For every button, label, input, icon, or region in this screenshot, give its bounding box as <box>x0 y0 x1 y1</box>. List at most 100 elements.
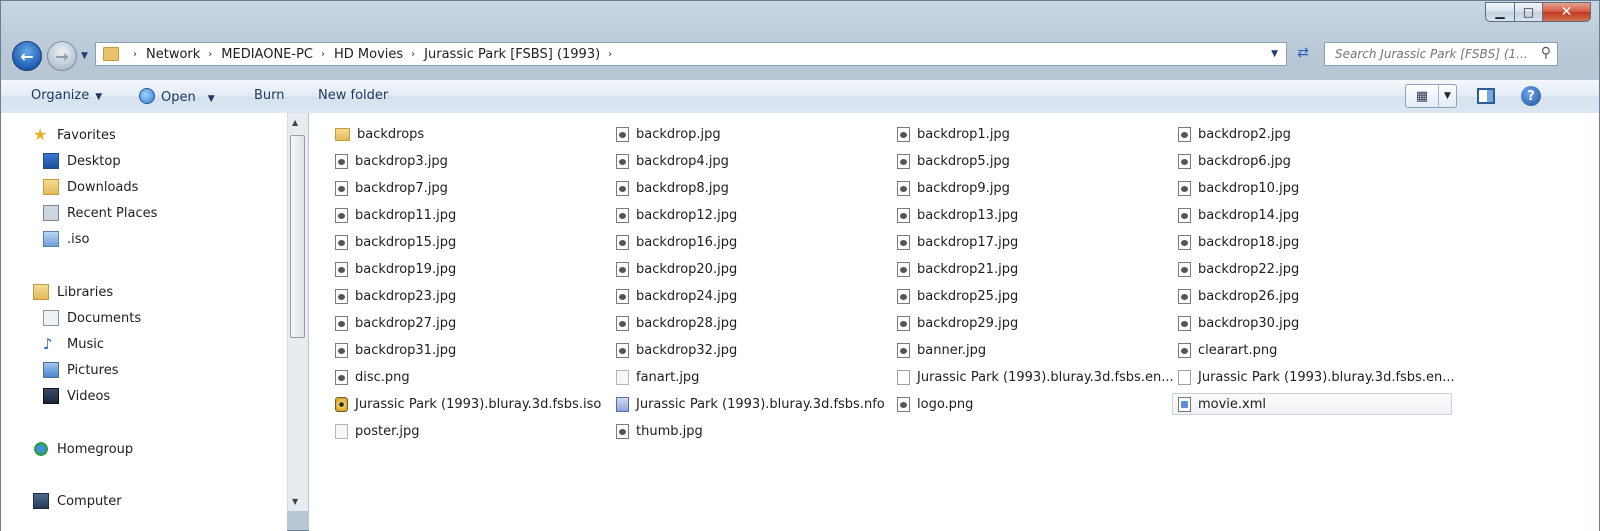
minimize-button[interactable]: ▁ <box>1485 2 1515 22</box>
nav-recent-places[interactable]: Recent Places <box>43 205 157 221</box>
file-item[interactable]: backdrop17.jpg <box>897 231 1018 253</box>
file-item[interactable]: banner.jpg <box>897 339 986 361</box>
file-name: backdrop27.jpg <box>355 315 457 331</box>
nav-computer[interactable]: Computer <box>33 493 122 509</box>
nav-label: .iso <box>67 231 90 247</box>
file-item[interactable]: backdrop20.jpg <box>616 258 737 280</box>
file-item[interactable]: backdrop24.jpg <box>616 285 737 307</box>
file-item[interactable]: backdrop19.jpg <box>335 258 456 280</box>
file-item[interactable]: backdrop2.jpg <box>1178 123 1291 145</box>
file-item[interactable]: backdrop12.jpg <box>616 204 737 226</box>
breadcrumb-mediaone-pc[interactable]: MEDIAONE-PC <box>221 47 313 62</box>
breadcrumb-separator[interactable]: › <box>608 49 612 60</box>
nav-videos[interactable]: Videos <box>43 388 110 404</box>
file-item[interactable]: backdrop30.jpg <box>1178 312 1299 334</box>
fanart-file-icon <box>616 369 629 385</box>
address-history-dropdown[interactable]: ▼ <box>1271 49 1278 59</box>
file-item[interactable]: backdrop4.jpg <box>616 150 729 172</box>
organize-button[interactable]: Organize ▼ <box>31 88 102 103</box>
file-item[interactable]: disc.png <box>335 366 410 388</box>
file-item[interactable]: clearart.png <box>1178 339 1277 361</box>
file-name: banner.jpg <box>917 342 987 358</box>
navigation-pane: ★ Favorites Desktop Downloads Recent Plac… <box>1 113 287 531</box>
file-item[interactable]: backdrop1.jpg <box>897 123 1010 145</box>
forward-button[interactable]: → <box>47 41 77 71</box>
file-item[interactable]: backdrop15.jpg <box>335 231 456 253</box>
nav-scrollbar[interactable]: ▲ ▼ <box>287 113 308 511</box>
file-item[interactable]: backdrops <box>335 123 424 145</box>
burn-button[interactable]: Burn <box>254 88 285 103</box>
help-icon[interactable]: ? <box>1521 86 1541 106</box>
file-item[interactable]: backdrop32.jpg <box>616 339 737 361</box>
nav-homegroup[interactable]: Homegroup <box>33 441 133 457</box>
file-item[interactable]: backdrop23.jpg <box>335 285 456 307</box>
file-item[interactable]: Jurassic Park (1993).bluray.3d.fsbs.en..… <box>1178 366 1455 388</box>
file-item[interactable]: backdrop3.jpg <box>335 150 448 172</box>
file-item[interactable]: backdrop8.jpg <box>616 177 729 199</box>
file-item[interactable]: backdrop.jpg <box>616 123 721 145</box>
search-input[interactable] <box>1333 46 1537 62</box>
preview-pane-icon[interactable] <box>1477 88 1495 104</box>
new-folder-button[interactable]: New folder <box>318 88 388 103</box>
refresh-icon[interactable]: ⇄ <box>1293 45 1313 63</box>
scroll-down-arrow-icon[interactable]: ▼ <box>292 497 298 506</box>
file-item[interactable]: backdrop27.jpg <box>335 312 456 334</box>
file-item[interactable]: Jurassic Park (1993).bluray.3d.fsbs.en..… <box>897 366 1174 388</box>
nav-music[interactable]: ♪ Music <box>43 336 104 352</box>
nav-documents[interactable]: Documents <box>43 310 141 326</box>
breadcrumb-network[interactable]: Network <box>146 47 200 62</box>
open-button[interactable]: Open ▼ <box>139 88 215 105</box>
breadcrumb-separator[interactable]: › <box>321 49 325 60</box>
file-item[interactable]: logo.png <box>897 393 973 415</box>
breadcrumb-current-folder[interactable]: Jurassic Park [FSBS] (1993) <box>424 47 600 62</box>
address-bar[interactable]: › Network › MEDIAONE-PC › HD Movies › Ju… <box>95 42 1287 66</box>
xml-file-icon <box>1178 396 1191 412</box>
nav-favorites[interactable]: ★ Favorites <box>33 127 116 143</box>
file-item[interactable]: movie.xml <box>1172 393 1452 415</box>
file-item[interactable]: backdrop22.jpg <box>1178 258 1299 280</box>
file-item[interactable]: fanart.jpg <box>616 366 699 388</box>
file-item[interactable]: backdrop16.jpg <box>616 231 737 253</box>
close-button[interactable]: ✕ <box>1543 2 1591 22</box>
file-item[interactable]: backdrop10.jpg <box>1178 177 1299 199</box>
nav-libraries[interactable]: Libraries <box>33 284 113 300</box>
jpg-file-icon <box>897 234 910 250</box>
file-item[interactable]: backdrop18.jpg <box>1178 231 1299 253</box>
file-item[interactable]: backdrop31.jpg <box>335 339 456 361</box>
breadcrumb-separator[interactable]: › <box>208 49 212 60</box>
file-item[interactable]: backdrop14.jpg <box>1178 204 1299 226</box>
file-item[interactable]: backdrop5.jpg <box>897 150 1010 172</box>
breadcrumb-hd-movies[interactable]: HD Movies <box>334 47 403 62</box>
search-box[interactable]: ⚲ <box>1324 42 1558 66</box>
back-button[interactable]: ← <box>12 41 42 71</box>
scroll-up-arrow-icon[interactable]: ▲ <box>292 118 298 127</box>
file-item[interactable]: backdrop28.jpg <box>616 312 737 334</box>
nav-pictures[interactable]: Pictures <box>43 362 118 378</box>
file-item[interactable]: Jurassic Park (1993).bluray.3d.fsbs.nfo <box>616 393 885 415</box>
file-item[interactable]: backdrop29.jpg <box>897 312 1018 334</box>
breadcrumb-separator[interactable]: › <box>411 49 415 60</box>
file-name: backdrop14.jpg <box>1198 207 1300 223</box>
nav-iso[interactable]: .iso <box>43 231 89 247</box>
file-item[interactable]: backdrop26.jpg <box>1178 285 1299 307</box>
scrollbar-thumb[interactable] <box>290 135 305 338</box>
file-name: backdrop32.jpg <box>636 342 738 358</box>
file-item[interactable]: thumb.jpg <box>616 420 703 442</box>
file-item[interactable]: backdrop25.jpg <box>897 285 1018 307</box>
change-view-button[interactable]: ▦ ▼ <box>1405 84 1457 108</box>
file-item[interactable]: poster.jpg <box>335 420 419 442</box>
breadcrumb-root-arrow[interactable]: › <box>133 49 137 60</box>
file-item[interactable]: backdrop13.jpg <box>897 204 1018 226</box>
chevron-down-icon[interactable]: ▼ <box>1439 85 1456 107</box>
file-item[interactable]: backdrop21.jpg <box>897 258 1018 280</box>
nav-downloads[interactable]: Downloads <box>43 179 138 195</box>
maximize-button[interactable]: □ <box>1515 2 1543 22</box>
search-icon[interactable]: ⚲ <box>1541 45 1551 61</box>
file-item[interactable]: backdrop9.jpg <box>897 177 1010 199</box>
file-item[interactable]: backdrop7.jpg <box>335 177 448 199</box>
nav-desktop[interactable]: Desktop <box>43 153 121 169</box>
file-item[interactable]: backdrop11.jpg <box>335 204 456 226</box>
file-item[interactable]: backdrop6.jpg <box>1178 150 1291 172</box>
file-item[interactable]: Jurassic Park (1993).bluray.3d.fsbs.iso <box>335 393 601 415</box>
recent-pages-dropdown[interactable]: ▼ <box>81 51 88 61</box>
